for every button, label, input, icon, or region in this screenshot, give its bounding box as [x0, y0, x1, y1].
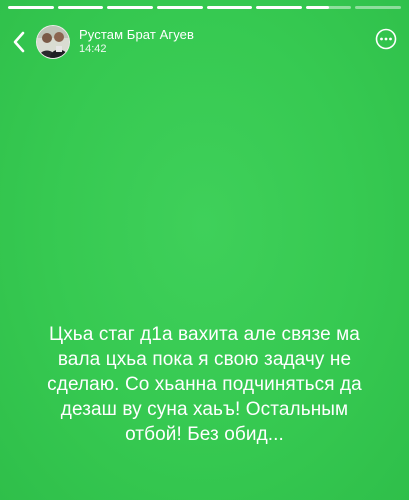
- progress-segment: [8, 6, 54, 9]
- more-circle-icon: [375, 28, 397, 50]
- progress-segment-fill: [107, 6, 153, 9]
- avatar-photo: [37, 26, 69, 58]
- story-screen[interactable]: Рустам Брат Агуев 14:42 Цхьа стаг д1а ва…: [0, 0, 409, 500]
- avatar[interactable]: [36, 25, 70, 59]
- progress-segment: [256, 6, 302, 9]
- progress-segment-fill: [156, 6, 203, 9]
- back-button[interactable]: [8, 27, 30, 57]
- caption-line: Цхьа стаг д1а вахита але связе ма: [49, 324, 360, 345]
- caption-line: сделаю. Со хьанна подчиняться да: [47, 374, 362, 395]
- progress-segment-fill: [57, 6, 104, 9]
- progress-segment: [57, 6, 104, 9]
- progress-segment: [355, 6, 401, 9]
- progress-segment-fill: [8, 6, 54, 9]
- story-time: 14:42: [79, 43, 107, 56]
- caption-line: дезаш ву суна хаьъ! Остальным: [60, 399, 349, 420]
- progress-segment: [305, 6, 352, 9]
- story-progress-bar: [8, 6, 401, 9]
- story-caption: Цхьа стаг д1а вахита але связе ма вала ц…: [22, 322, 387, 447]
- chevron-left-icon: [13, 31, 25, 53]
- caption-line: вала цхьа пока я свою задачу не: [57, 349, 352, 370]
- progress-segment-fill: [305, 6, 329, 9]
- story-header: Рустам Брат Агуев 14:42: [8, 22, 401, 62]
- caption-line: отбой! Без обид...: [125, 424, 284, 445]
- more-options-button[interactable]: [375, 28, 397, 50]
- progress-segment-fill: [206, 6, 253, 9]
- progress-segment: [107, 6, 153, 9]
- username: Рустам Брат Агуев: [79, 27, 194, 43]
- progress-segment: [206, 6, 253, 9]
- user-info[interactable]: Рустам Брат Агуев 14:42: [79, 27, 194, 56]
- progress-segment-fill: [256, 6, 302, 9]
- progress-segment: [156, 6, 203, 9]
